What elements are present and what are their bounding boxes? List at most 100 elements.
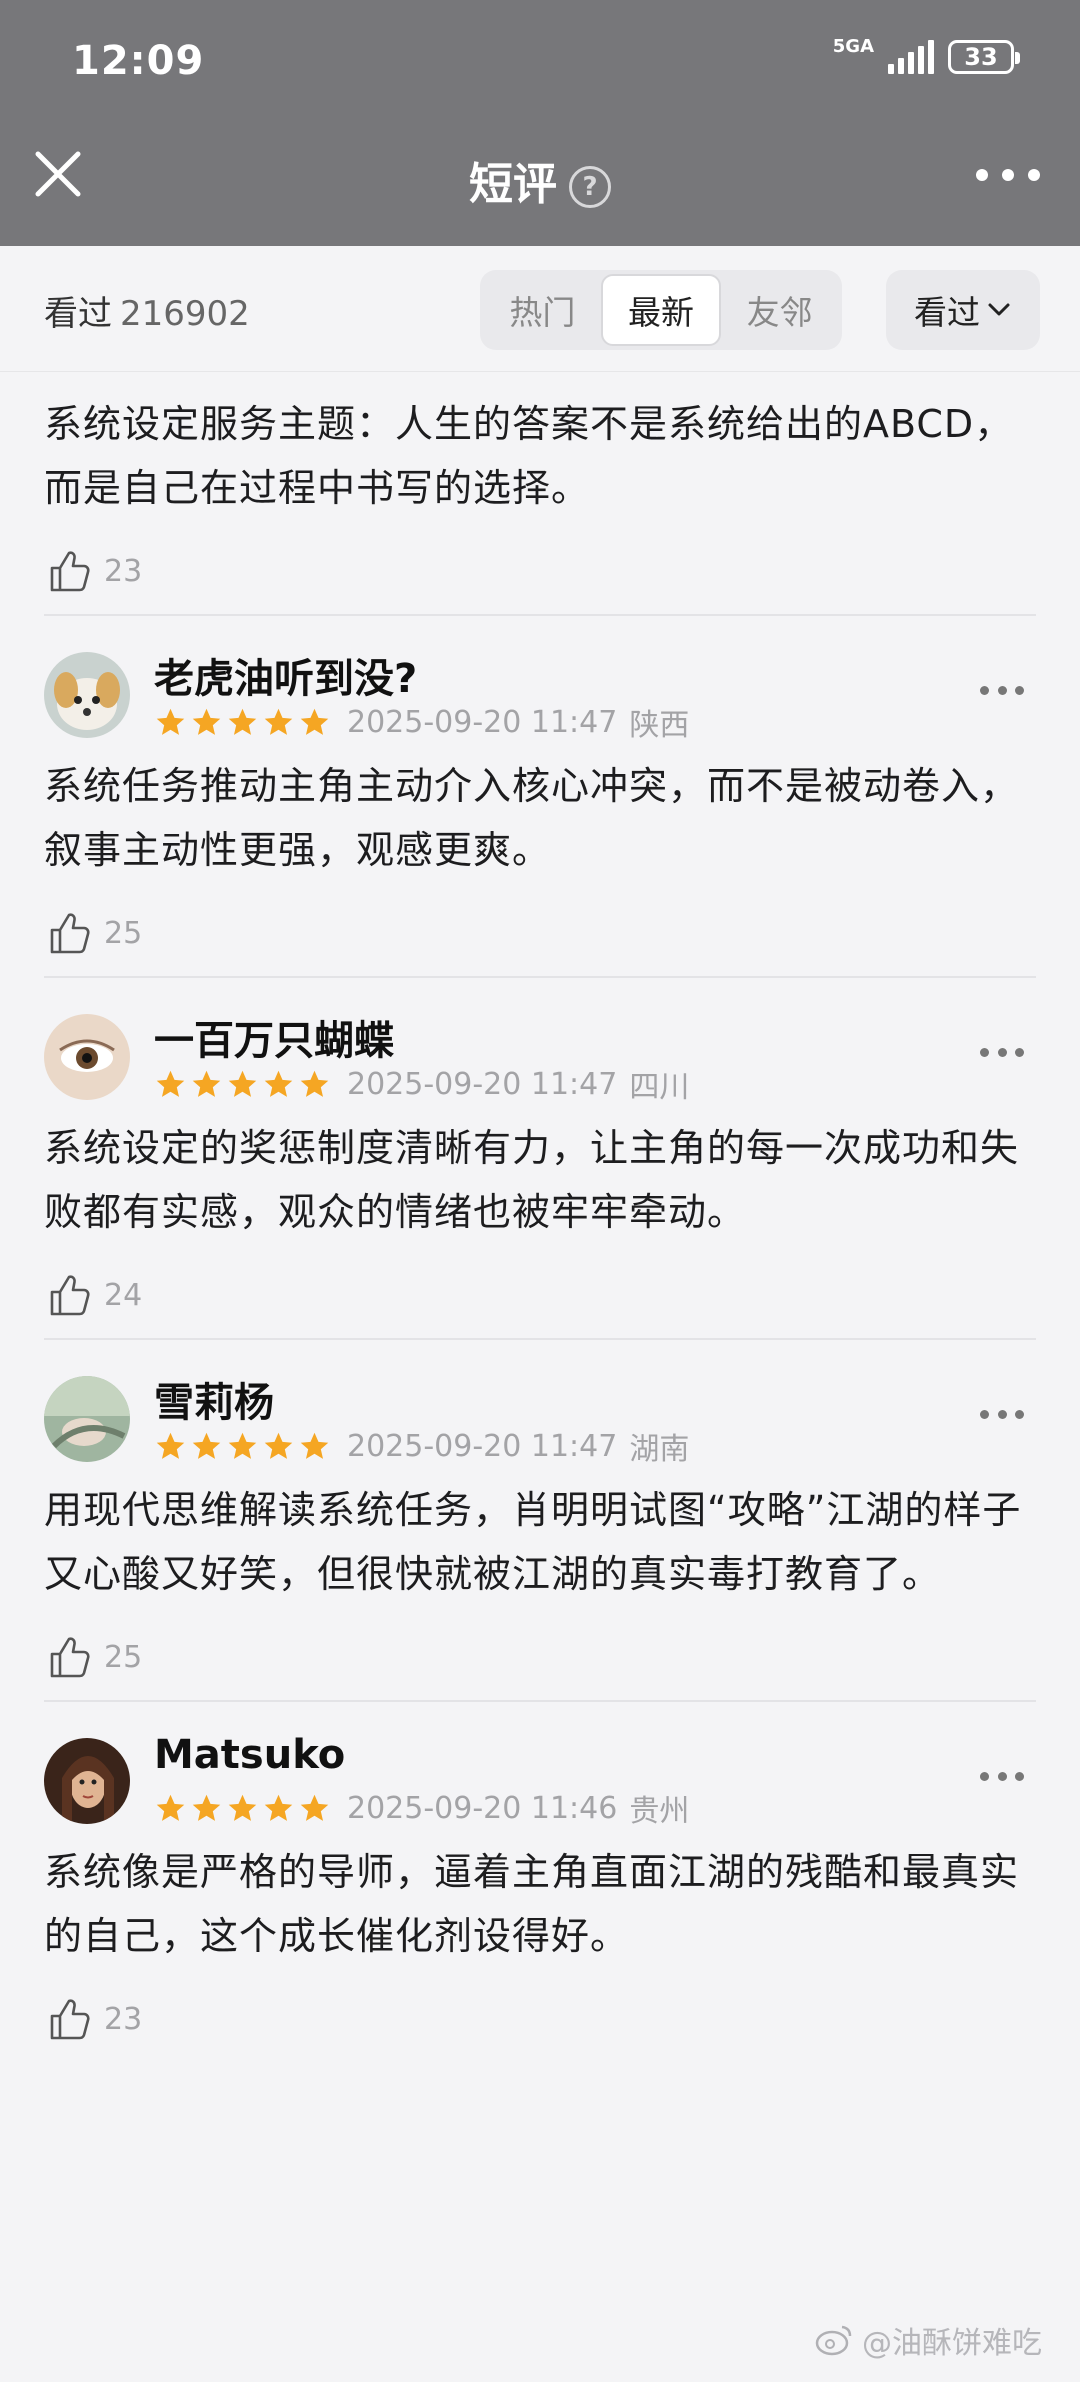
review-item: 雪莉杨 2025-09-20 11:47 湖南 用现代思维解读系统任务，肖明明试…: [44, 1340, 1036, 1702]
more-dot: [997, 1772, 1007, 1781]
like-count: 23: [104, 553, 143, 589]
avatar[interactable]: [44, 1738, 130, 1824]
weibo-icon: [815, 2325, 852, 2356]
review-list: 系统设定服务主题：人生的答案不是系统给出的ABCD，而是自己在过程中书写的选择。…: [0, 372, 1080, 2062]
more-dot: [1015, 686, 1024, 695]
star-icon: [192, 1794, 221, 1821]
more-dot: [997, 686, 1007, 695]
more-dot: [997, 1048, 1007, 1057]
network-label: 5GA: [832, 36, 874, 57]
review-location: 湖南: [629, 1432, 690, 1467]
like-button[interactable]: 25: [44, 1614, 1036, 1700]
review-item: Matsuko 2025-09-20 11:46 贵州 系统像是严格的导师，逼着…: [44, 1702, 1036, 2062]
star-icon: [300, 708, 329, 735]
top-header: 12:09 5GA 33 短评?: [0, 0, 1080, 246]
avatar[interactable]: [44, 1014, 130, 1100]
review-date: 2025-09-20 11:47: [347, 1066, 618, 1102]
like-count: 23: [104, 2001, 143, 2037]
review-header: 一百万只蝴蝶 2025-09-20 11:47 四川: [44, 978, 1036, 1105]
review-date: 2025-09-20 11:46: [347, 1790, 618, 1826]
status-icons: 5GA 33: [832, 36, 1020, 74]
page-title-wrap: 短评?: [0, 148, 1080, 212]
sort-tabs: 热门 最新 友邻: [480, 270, 842, 350]
more-dot: [980, 1410, 989, 1419]
thumbs-up-icon: [50, 913, 90, 954]
review-text: 系统任务推动主角主动介入核心冲突，而不是被动卷入，叙事主动性更强，观感更爽。: [44, 764, 1020, 872]
star-icon: [264, 708, 293, 735]
battery-icon: 33: [948, 40, 1020, 74]
star-icon: [300, 1794, 329, 1821]
star-icon: [228, 708, 257, 735]
review-more-button[interactable]: [980, 686, 1024, 698]
seen-number: 216902: [120, 294, 250, 334]
status-time: 12:09: [72, 38, 205, 84]
tab-friends[interactable]: 友邻: [721, 274, 838, 346]
review-date: 2025-09-20 11:47: [347, 1428, 618, 1464]
more-dot: [997, 1410, 1007, 1419]
star-icon: [192, 708, 221, 735]
like-button[interactable]: 23: [44, 528, 1036, 614]
status-filter-dropdown[interactable]: 看过: [886, 270, 1040, 350]
star-icon: [228, 1070, 257, 1097]
avatar[interactable]: [44, 1376, 130, 1462]
like-button[interactable]: 23: [44, 1976, 1036, 2062]
tab-hot[interactable]: 热门: [484, 274, 601, 346]
review-date: 2025-09-20 11:47: [347, 704, 618, 740]
review-more-button[interactable]: [980, 1048, 1024, 1060]
review-text: 系统设定的奖惩制度清晰有力，让主角的每一次成功和失败都有实感，观众的情绪也被牢牢…: [44, 1126, 1020, 1234]
thumbs-up-icon: [50, 1999, 90, 2040]
star-icon: [228, 1432, 257, 1459]
star-icon: [264, 1794, 293, 1821]
more-dot: [980, 1772, 989, 1781]
star-icon: [264, 1070, 293, 1097]
filter-bar: 看过 216902 热门 最新 友邻 看过: [0, 246, 1080, 372]
review-text: 系统像是严格的导师，逼着主角直面江湖的残酷和最真实的自己，这个成长催化剂设得好。: [44, 1850, 1020, 1958]
more-dot: [976, 169, 988, 181]
review-location: 四川: [629, 1070, 690, 1105]
like-count: 25: [104, 915, 143, 951]
like-count: 24: [104, 1277, 143, 1313]
like-button[interactable]: 24: [44, 1252, 1036, 1338]
more-dot: [980, 686, 989, 695]
review-location: 贵州: [629, 1794, 690, 1829]
username[interactable]: 老虎油听到没?: [154, 646, 417, 704]
review-item: 一百万只蝴蝶 2025-09-20 11:47 四川 系统设定的奖惩制度清晰有力…: [44, 978, 1036, 1340]
star-icon: [192, 1432, 221, 1459]
more-dot: [1028, 169, 1040, 181]
avatar[interactable]: [44, 652, 130, 738]
star-icon: [156, 1432, 185, 1459]
more-dot: [1015, 1410, 1024, 1419]
seen-label: 看过: [44, 294, 112, 334]
review-header: Matsuko 2025-09-20 11:46 贵州: [44, 1702, 1036, 1829]
page-title: 短评: [469, 159, 557, 210]
star-rating: [154, 1068, 331, 1101]
like-count: 25: [104, 1639, 143, 1675]
more-menu-button[interactable]: [976, 160, 1040, 190]
more-dot: [1015, 1048, 1024, 1057]
thumbs-up-icon: [50, 1637, 90, 1678]
username[interactable]: Matsuko: [154, 1732, 345, 1778]
more-dot: [1002, 169, 1014, 181]
review-meta: 2025-09-20 11:47 陕西: [154, 700, 689, 744]
star-rating: [154, 1792, 331, 1825]
review-text: 系统设定服务主题：人生的答案不是系统给出的ABCD，而是自己在过程中书写的选择。: [44, 402, 1014, 510]
username[interactable]: 雪莉杨: [154, 1370, 274, 1428]
star-rating: [154, 706, 331, 739]
username[interactable]: 一百万只蝴蝶: [154, 1008, 394, 1066]
watermark: @油酥饼难吃: [814, 2318, 1042, 2362]
tab-latest[interactable]: 最新: [600, 274, 722, 346]
status-filter-label: 看过: [914, 293, 980, 332]
review-header: 雪莉杨 2025-09-20 11:47 湖南: [44, 1340, 1036, 1467]
review-text: 用现代思维解读系统任务，肖明明试图“攻略”江湖的样子又心酸又好笑，但很快就被江湖…: [44, 1488, 1022, 1596]
like-button[interactable]: 25: [44, 890, 1036, 976]
review-meta: 2025-09-20 11:46 贵州: [154, 1786, 689, 1830]
star-icon: [300, 1070, 329, 1097]
review-meta: 2025-09-20 11:47 四川: [154, 1062, 689, 1106]
help-icon[interactable]: ?: [569, 166, 611, 208]
review-more-button[interactable]: [980, 1410, 1024, 1422]
review-item: 老虎油听到没? 2025-09-20 11:47 陕西 系统任务推动主角主动介入…: [44, 616, 1036, 978]
star-icon: [264, 1432, 293, 1459]
star-icon: [156, 1794, 185, 1821]
review-more-button[interactable]: [980, 1772, 1024, 1784]
more-dot: [980, 1048, 989, 1057]
